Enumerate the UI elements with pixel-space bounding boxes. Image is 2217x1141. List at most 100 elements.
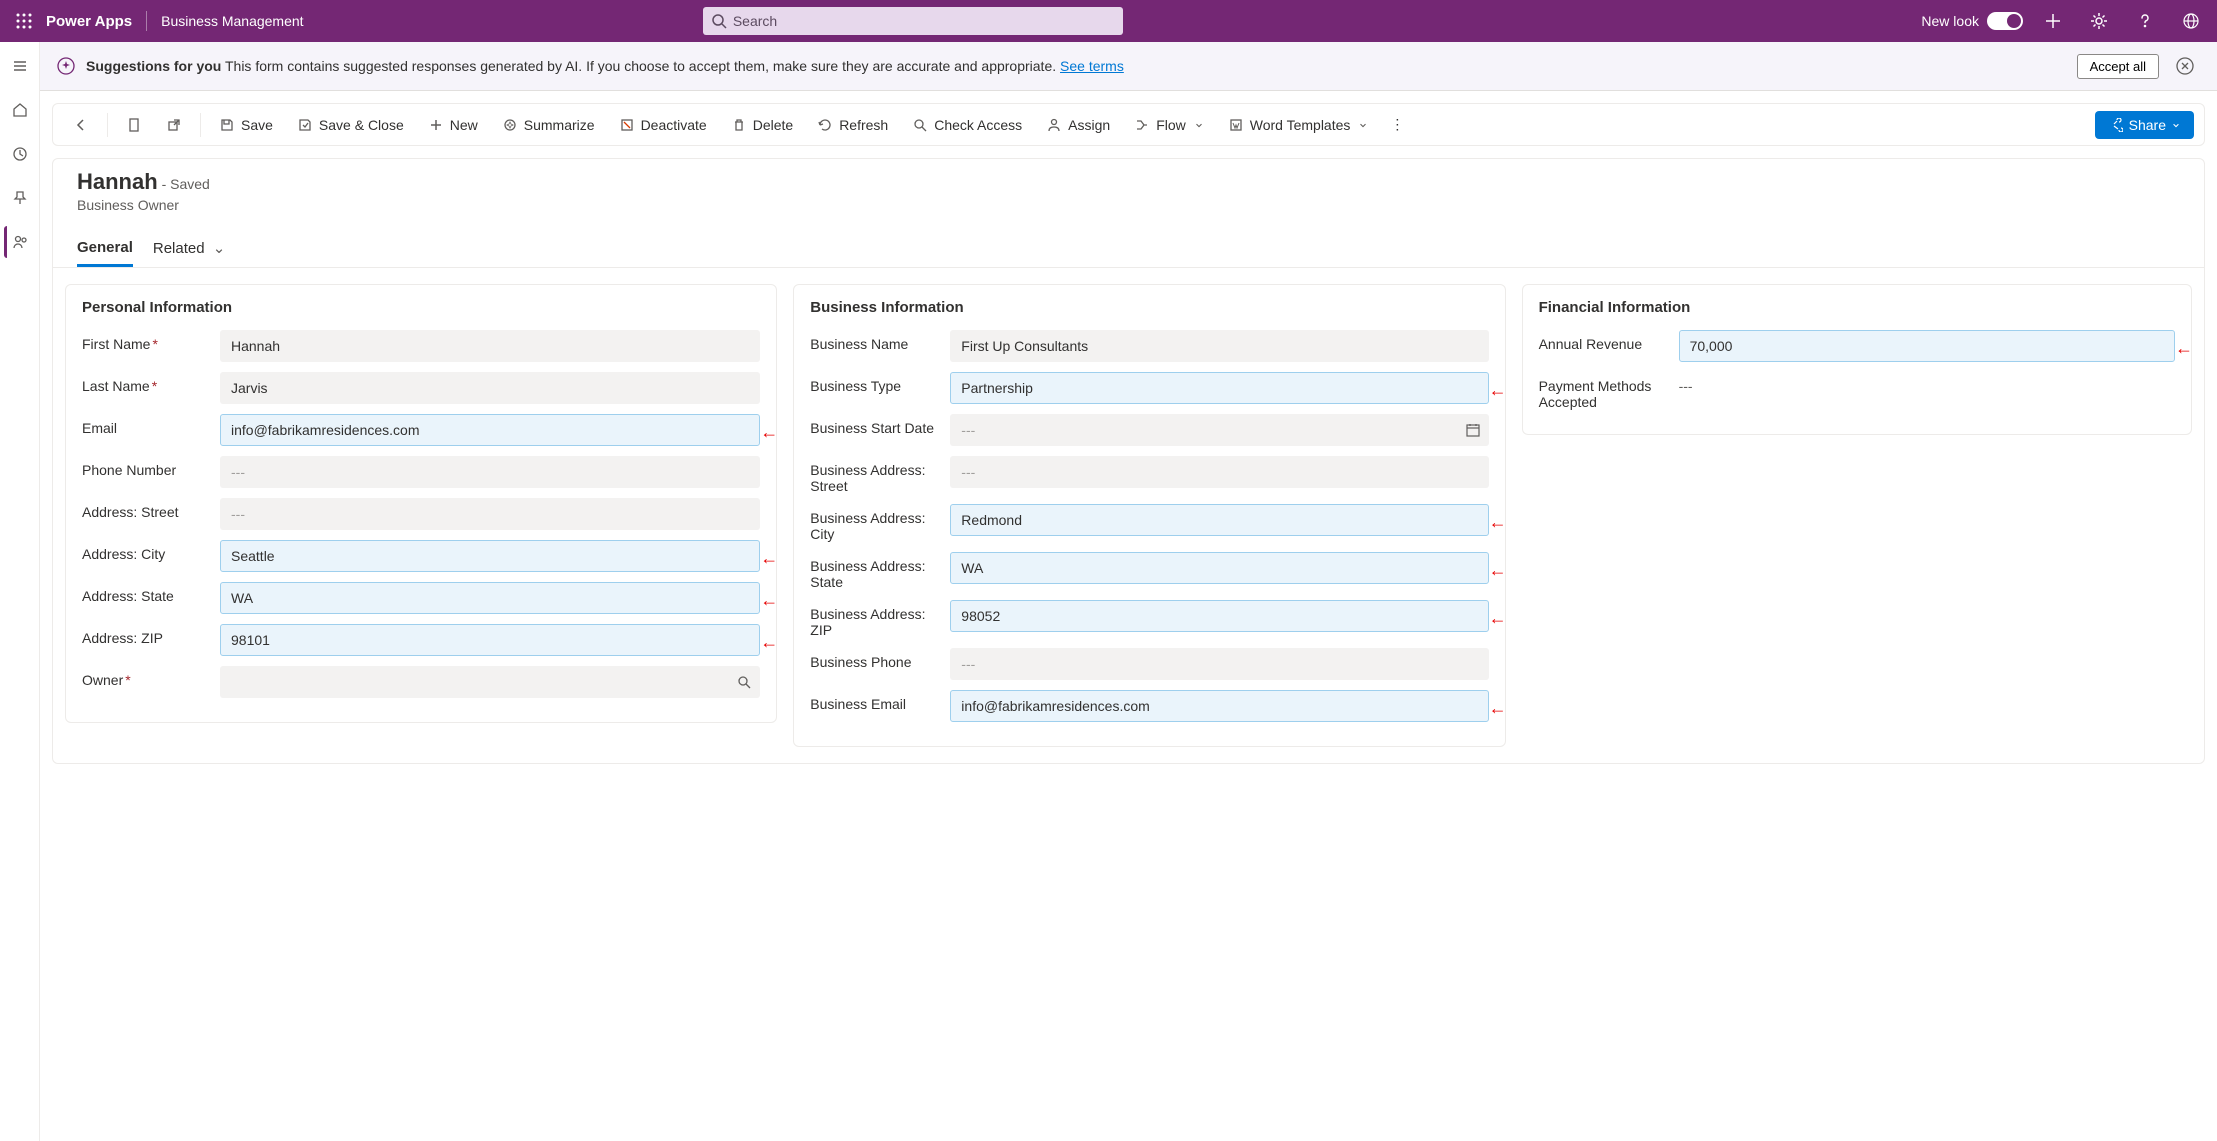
new-look-toggle[interactable]: New look: [1921, 12, 2023, 30]
street-input[interactable]: [220, 498, 760, 530]
help-icon[interactable]: [2129, 5, 2161, 37]
financial-info-section: Financial Information Annual Revenue Pay…: [1522, 284, 2192, 435]
people-icon[interactable]: [4, 226, 36, 258]
popout-button[interactable]: [156, 111, 192, 139]
city-input[interactable]: [220, 540, 760, 572]
app-sublabel: Business Management: [161, 13, 303, 29]
biz-type-input[interactable]: [950, 372, 1488, 404]
assign-button[interactable]: Assign: [1036, 111, 1120, 139]
owner-input[interactable]: [220, 666, 760, 698]
home-icon[interactable]: [4, 94, 36, 126]
biz-state-label: Business Address: State: [810, 552, 950, 590]
biz-state-input[interactable]: [950, 552, 1488, 584]
accept-all-button[interactable]: Accept all: [2077, 54, 2159, 79]
phone-label: Phone Number: [82, 456, 220, 478]
search-input[interactable]: [703, 7, 1123, 35]
record-saved-label: - Saved: [162, 176, 210, 192]
biz-start-label: Business Start Date: [810, 414, 950, 436]
arrow-annotation: [1489, 608, 1507, 629]
arrow-annotation: [760, 590, 778, 611]
share-button[interactable]: Share: [2095, 111, 2194, 139]
hamburger-icon[interactable]: [4, 50, 36, 82]
phone-input[interactable]: [220, 456, 760, 488]
refresh-button[interactable]: Refresh: [807, 111, 898, 139]
suggest-text: This form contains suggested responses g…: [225, 58, 1056, 74]
delete-button[interactable]: Delete: [721, 111, 803, 139]
biz-start-input[interactable]: [950, 414, 1488, 446]
divider: [146, 11, 147, 31]
waffle-icon[interactable]: [10, 7, 38, 35]
word-templates-button[interactable]: Word Templates: [1218, 111, 1379, 139]
biz-street-label: Business Address: Street: [810, 456, 950, 494]
owner-label: Owner: [82, 672, 123, 688]
pin-icon[interactable]: [4, 182, 36, 214]
search-icon[interactable]: [736, 674, 752, 690]
last-name-input[interactable]: [220, 372, 760, 404]
arrow-annotation: [1489, 380, 1507, 401]
save-button[interactable]: Save: [209, 111, 283, 139]
tabs: General Related ⌄: [53, 231, 2204, 268]
last-name-label: Last Name: [82, 378, 150, 394]
arrow-annotation: [760, 548, 778, 569]
email-label: Email: [82, 414, 220, 436]
personal-info-section: Personal Information First Name* Last Na…: [65, 284, 777, 723]
zip-input[interactable]: [220, 624, 760, 656]
more-commands-button[interactable]: ⋮: [1382, 110, 1412, 139]
chevron-down-icon: ⌄: [209, 240, 226, 257]
biz-email-input[interactable]: [950, 690, 1488, 722]
city-label: Address: City: [82, 540, 220, 562]
biz-city-label: Business Address: City: [810, 504, 950, 542]
globe-icon[interactable]: [2175, 5, 2207, 37]
biz-phone-input[interactable]: [950, 648, 1488, 680]
see-terms-link[interactable]: See terms: [1060, 58, 1124, 74]
biz-phone-label: Business Phone: [810, 648, 950, 670]
check-access-button[interactable]: Check Access: [902, 111, 1032, 139]
first-name-input[interactable]: [220, 330, 760, 362]
calendar-icon[interactable]: [1465, 422, 1481, 438]
new-button[interactable]: New: [418, 111, 488, 139]
biz-type-label: Business Type: [810, 372, 950, 394]
biz-zip-input[interactable]: [950, 600, 1488, 632]
biz-street-input[interactable]: [950, 456, 1488, 488]
biz-city-input[interactable]: [950, 504, 1488, 536]
suggestion-bar: Suggestions for you This form contains s…: [40, 42, 2217, 91]
section-title: Financial Information: [1539, 299, 2175, 316]
search-icon: [711, 13, 727, 29]
record-title: Hannah: [77, 169, 158, 194]
plus-icon[interactable]: [2037, 5, 2069, 37]
state-label: Address: State: [82, 582, 220, 604]
biz-zip-label: Business Address: ZIP: [810, 600, 950, 638]
payment-value: ---: [1679, 372, 2175, 400]
state-input[interactable]: [220, 582, 760, 614]
summarize-button[interactable]: Summarize: [492, 111, 605, 139]
form-sections: Personal Information First Name* Last Na…: [53, 268, 2204, 763]
revenue-input[interactable]: [1679, 330, 2175, 362]
ai-icon: [56, 56, 76, 76]
zip-label: Address: ZIP: [82, 624, 220, 646]
arrow-annotation: [760, 632, 778, 653]
topbar-right: New look: [1921, 5, 2207, 37]
flow-button[interactable]: Flow: [1124, 111, 1214, 139]
toggle-switch[interactable]: [1987, 12, 2023, 30]
arrow-annotation: [1489, 512, 1507, 533]
record-header: Hannah - Saved Business Owner: [53, 159, 2204, 213]
command-bar: Save Save & Close New Summarize Deactiva…: [52, 103, 2205, 146]
tab-general[interactable]: General: [77, 231, 133, 267]
save-close-button[interactable]: Save & Close: [287, 111, 414, 139]
tab-related[interactable]: Related ⌄: [153, 231, 225, 267]
open-record-set-button[interactable]: [116, 111, 152, 139]
clock-icon[interactable]: [4, 138, 36, 170]
deactivate-button[interactable]: Deactivate: [609, 111, 717, 139]
biz-name-label: Business Name: [810, 330, 950, 352]
new-look-label: New look: [1921, 13, 1979, 29]
copilot-icon[interactable]: [2169, 50, 2201, 82]
street-label: Address: Street: [82, 498, 220, 520]
business-info-section: Business Information Business Name Busin…: [793, 284, 1505, 747]
record-entity: Business Owner: [77, 197, 2180, 213]
gear-icon[interactable]: [2083, 5, 2115, 37]
top-bar: Power Apps Business Management New look: [0, 0, 2217, 42]
suggest-bold: Suggestions for you: [86, 58, 221, 74]
back-button[interactable]: [63, 111, 99, 139]
email-input[interactable]: [220, 414, 760, 446]
biz-name-input[interactable]: [950, 330, 1488, 362]
